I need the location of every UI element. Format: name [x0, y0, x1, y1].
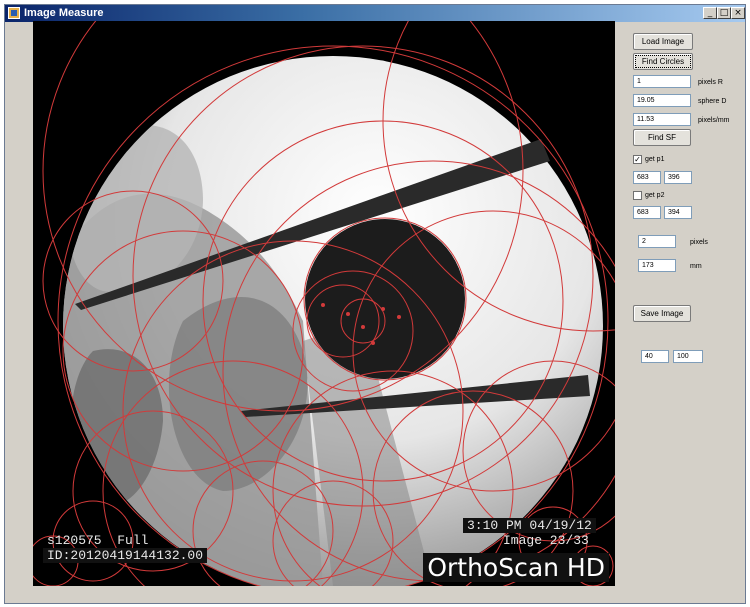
distance-mm-label: mm [690, 263, 702, 270]
id-overlay: ID:20120419144132.00 [43, 548, 208, 563]
get-p2-checkbox[interactable] [633, 191, 642, 200]
get-p1-checkbox[interactable]: ✓ [633, 155, 642, 164]
image-index-overlay: Image 23/33 [503, 533, 589, 548]
load-image-button[interactable]: Load Image [633, 33, 693, 50]
maximize-button[interactable]: □ [717, 7, 731, 19]
study-overlay: s120575 Full [47, 533, 149, 548]
sphere-d-input[interactable]: 19.05 [633, 94, 691, 107]
brand-label: OrthoScan HD [423, 553, 609, 582]
xray-image-view[interactable]: 3:10 PM 04/19/12 Image 23/33 s120575 Ful… [33, 21, 615, 586]
p2-x-input[interactable]: 683 [633, 206, 661, 219]
range-min-input[interactable]: 40 [641, 350, 669, 363]
range-max-input[interactable]: 100 [673, 350, 703, 363]
save-image-button[interactable]: Save Image [633, 305, 691, 322]
distance-mm-input[interactable]: 173 [638, 259, 676, 272]
app-window: Image Measure _ □ × 3:10 PM 04/19/12 Ima… [4, 4, 746, 604]
distance-pixels-input[interactable]: 2 [638, 235, 676, 248]
p2-y-input[interactable]: 394 [664, 206, 692, 219]
pixels-per-mm-input[interactable]: 11.53 [633, 113, 691, 126]
close-button[interactable]: × [731, 7, 745, 19]
pixels-r-input[interactable]: 1 [633, 75, 691, 88]
get-p2-label: get p2 [645, 192, 665, 199]
xray-image [33, 21, 615, 586]
p1-y-input[interactable]: 396 [664, 171, 692, 184]
distance-pixels-label: pixels [690, 239, 708, 246]
p1-x-input[interactable]: 683 [633, 171, 661, 184]
find-sf-button[interactable]: Find SF [633, 129, 691, 146]
pixels-r-label: pixels R [698, 79, 723, 86]
find-circles-button[interactable]: Find Circles [633, 53, 693, 70]
sphere-d-label: sphere D [698, 98, 727, 105]
window-title: Image Measure [24, 7, 104, 19]
minimize-button[interactable]: _ [703, 7, 717, 19]
pixels-per-mm-label: pixels/mm [698, 117, 730, 124]
get-p1-label: get p1 [645, 156, 665, 163]
calibration-sphere [305, 219, 465, 379]
app-icon [8, 7, 20, 19]
timestamp-overlay: 3:10 PM 04/19/12 [463, 518, 596, 533]
title-bar[interactable]: Image Measure _ □ × [5, 5, 745, 22]
